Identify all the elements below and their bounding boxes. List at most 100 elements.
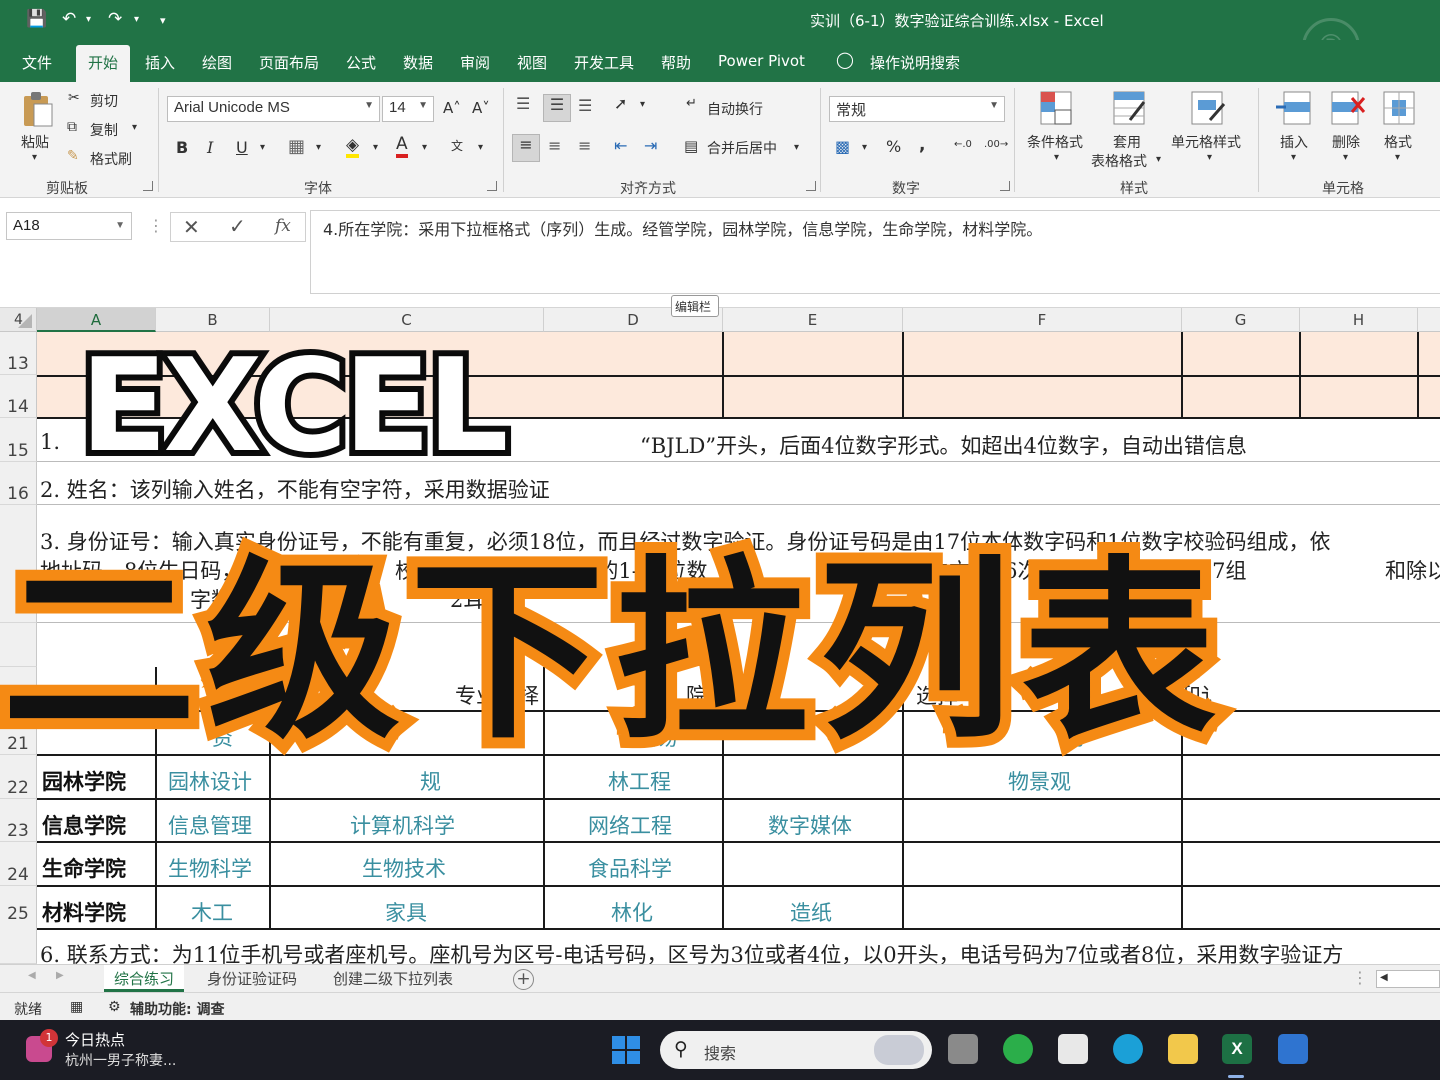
comma-icon[interactable]: ,	[919, 135, 925, 155]
merge-center-button[interactable]: 合并后居中	[707, 138, 777, 158]
column-header-partial[interactable]	[1418, 308, 1440, 332]
underline-icon[interactable]: U	[236, 138, 248, 157]
major-cell[interactable]: 造纸	[790, 897, 832, 927]
copy-button[interactable]: 复制	[90, 120, 118, 140]
major-cell[interactable]: 家具	[385, 897, 427, 927]
format-cells-button[interactable]: 格式	[1384, 132, 1412, 152]
tab-help[interactable]: 帮助	[661, 52, 691, 73]
column-header[interactable]: B	[156, 308, 270, 332]
format-as-table-icon[interactable]	[1112, 90, 1148, 130]
align-center-icon[interactable]: ≡	[548, 136, 561, 155]
redo-icon[interactable]: ↷	[108, 9, 122, 29]
save-icon[interactable]: 💾	[26, 9, 47, 29]
cancel-icon[interactable]: ✕	[183, 215, 200, 239]
more-options-icon[interactable]: ⋮	[148, 216, 164, 235]
tab-insert[interactable]: 插入	[145, 52, 175, 73]
major-cell[interactable]: 园林设计	[168, 766, 252, 796]
currency-icon[interactable]: ▩	[835, 137, 850, 156]
alignment-launcher-icon[interactable]	[806, 181, 816, 191]
increase-indent-icon[interactable]: ⇥	[644, 136, 657, 155]
merge-dropdown-icon[interactable]: ▾	[794, 142, 799, 153]
conditional-format-icon[interactable]	[1039, 90, 1075, 130]
font-launcher-icon[interactable]	[487, 181, 497, 191]
major-cell[interactable]: 木工	[191, 897, 233, 927]
college-cell[interactable]: 生命学院	[42, 853, 126, 883]
tab-review[interactable]: 审阅	[460, 52, 490, 73]
cut-button[interactable]: 剪切	[90, 91, 118, 111]
align-top-icon[interactable]: ☰	[516, 94, 530, 113]
major-cell[interactable]: 信息管理	[168, 810, 252, 840]
wrap-text-button[interactable]: 自动换行	[707, 99, 763, 119]
font-color-dropdown-icon[interactable]: ▾	[422, 142, 427, 153]
college-cell[interactable]: 园林学院	[42, 766, 126, 796]
insert-function-icon[interactable]: fx	[275, 216, 291, 236]
paste-icon[interactable]	[20, 90, 56, 130]
cell-styles-icon[interactable]	[1190, 90, 1226, 130]
orientation-icon[interactable]: ➚	[614, 94, 627, 113]
news-headline[interactable]: 杭州一男子称妻...	[65, 1050, 176, 1070]
row-header[interactable]: 15	[0, 418, 37, 462]
insert-dropdown-icon[interactable]: ▾	[1291, 152, 1296, 163]
news-title[interactable]: 今日热点	[65, 1029, 125, 1050]
undo-icon[interactable]: ↶	[62, 9, 76, 29]
font-name-select[interactable]: Arial Unicode MS ▼	[167, 96, 380, 122]
customize-toolbar-icon[interactable]: ▾	[160, 14, 166, 27]
align-middle-icon[interactable]: ☰	[543, 94, 571, 122]
wechat-icon[interactable]	[1003, 1034, 1033, 1064]
tab-home[interactable]: 开始	[76, 45, 131, 82]
tab-view[interactable]: 视图	[517, 52, 547, 73]
row-header[interactable]: 16	[0, 462, 37, 505]
align-bottom-icon[interactable]: ☰	[578, 96, 592, 115]
scroll-left-icon[interactable]: ◀	[1380, 972, 1388, 983]
format-as-table-dropdown-icon[interactable]: ▾	[1156, 154, 1161, 165]
paste-dropdown-icon[interactable]: ▾	[32, 152, 37, 163]
number-format-select[interactable]: 常规 ▼	[829, 96, 1005, 122]
column-header[interactable]: H	[1300, 308, 1418, 332]
accessibility-icon[interactable]: ⚙	[108, 999, 121, 1015]
delete-cells-icon[interactable]	[1330, 90, 1366, 130]
major-cell[interactable]: 生物科学	[168, 853, 252, 883]
macro-record-icon[interactable]: ▦	[70, 999, 83, 1015]
decrease-font-icon[interactable]: A˅	[472, 99, 490, 117]
sheet-tab-practice[interactable]: 综合练习	[104, 965, 185, 992]
task-view-icon[interactable]	[948, 1034, 978, 1064]
tab-file[interactable]: 文件	[22, 52, 52, 73]
tab-power-pivot[interactable]: Power Pivot	[718, 52, 805, 70]
format-painter-button[interactable]: 格式刷	[90, 149, 132, 169]
insert-cells-button[interactable]: 插入	[1280, 132, 1308, 152]
edge-icon[interactable]	[1113, 1034, 1143, 1064]
sheet-tab-dropdown[interactable]: 创建二级下拉列表	[323, 965, 463, 992]
file-explorer-icon[interactable]	[1168, 1034, 1198, 1064]
row-header[interactable]: 23	[0, 799, 37, 842]
fill-color-dropdown-icon[interactable]: ▾	[373, 142, 378, 153]
delete-cells-button[interactable]: 删除	[1332, 132, 1360, 152]
clipboard-launcher-icon[interactable]	[143, 181, 153, 191]
italic-icon[interactable]: I	[207, 138, 213, 157]
major-cell[interactable]: 林化	[611, 897, 653, 927]
align-left-icon[interactable]: ≡	[512, 134, 540, 162]
row-header[interactable]: 14	[0, 375, 37, 418]
tab-data[interactable]: 数据	[403, 52, 433, 73]
border-dropdown-icon[interactable]: ▾	[316, 142, 321, 153]
font-color-icon[interactable]: A	[396, 134, 408, 158]
fill-color-icon[interactable]: ◈	[346, 136, 360, 158]
column-header[interactable]: F	[903, 308, 1182, 332]
orientation-dropdown-icon[interactable]: ▾	[640, 99, 645, 110]
copy-dropdown-icon[interactable]: ▾	[132, 122, 137, 133]
column-header[interactable]: G	[1182, 308, 1300, 332]
major-cell[interactable]: 数字媒体	[768, 810, 852, 840]
font-size-select[interactable]: 14 ▼	[382, 96, 434, 122]
redo-dropdown-icon[interactable]: ▾	[134, 14, 139, 25]
sheet-tab-id-check[interactable]: 身份证验证码	[197, 965, 307, 992]
cell-styles-button[interactable]: 单元格样式	[1171, 132, 1241, 152]
phonetic-dropdown-icon[interactable]: ▾	[478, 142, 483, 153]
tab-page-layout[interactable]: 页面布局	[259, 52, 319, 73]
column-header[interactable]: A	[37, 308, 156, 332]
format-as-table-label-2[interactable]: 表格格式	[1091, 151, 1147, 171]
tab-draw[interactable]: 绘图	[202, 52, 232, 73]
college-cell[interactable]: 材料学院	[42, 897, 126, 927]
number-launcher-icon[interactable]	[1000, 181, 1010, 191]
major-cell[interactable]: 计算机科学	[350, 810, 455, 840]
cell-styles-dropdown-icon[interactable]: ▾	[1207, 152, 1212, 163]
currency-dropdown-icon[interactable]: ▾	[862, 142, 867, 153]
